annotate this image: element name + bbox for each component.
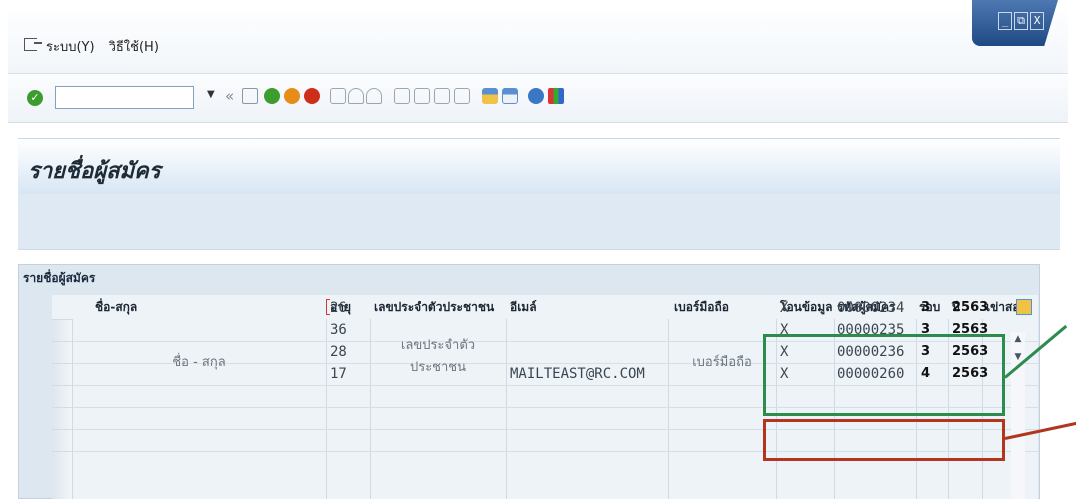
toolbar: ✓ ▼ « [8, 75, 1068, 123]
find-icon[interactable] [348, 88, 364, 104]
customize-layout-icon[interactable] [548, 88, 564, 104]
round-cell[interactable]: 3 [921, 297, 930, 319]
red-highlight-box [763, 419, 1005, 461]
row-selector[interactable] [52, 363, 72, 385]
grid-line [326, 319, 327, 499]
grid-line [506, 319, 507, 499]
col-email-header[interactable]: อีเมล์ [510, 295, 537, 319]
row-selector[interactable] [52, 407, 72, 429]
col-name-header[interactable]: ชื่อ-สกุล [95, 295, 137, 319]
print-icon[interactable] [330, 88, 346, 104]
exit-icon[interactable] [284, 88, 300, 104]
age-cell[interactable]: 26 [330, 297, 347, 319]
cursor-marker [326, 299, 330, 315]
shortcut-icon[interactable] [502, 88, 518, 104]
cancel-icon[interactable] [304, 88, 320, 104]
application-toolbar-area [18, 194, 1060, 250]
page-title: รายชื่อผู้สมัคร [28, 159, 161, 184]
ok-icon[interactable]: ✓ [27, 90, 43, 106]
prev-page-icon[interactable] [414, 88, 430, 104]
help-icon[interactable] [528, 88, 544, 104]
menu-bar: ระบบ(Y) วิธีใช้(H) [8, 10, 1068, 74]
window-controls: _ ⧉ X [972, 0, 1058, 46]
row-selector[interactable] [52, 451, 72, 499]
new-session-icon[interactable] [482, 88, 498, 104]
age-cell[interactable]: 17 [330, 363, 347, 385]
menu-exit-icon[interactable] [24, 38, 42, 51]
vertical-scrollbar[interactable]: ▲ ▼ [1011, 332, 1025, 499]
applicant-id-cell[interactable]: 00000234 [837, 297, 904, 319]
menu-help[interactable]: วิธีใช้(H) [109, 36, 159, 57]
merged-idcard-line2[interactable]: ประชาชน [370, 357, 506, 379]
merged-mobile-cell[interactable]: เบอร์มือถือ [668, 341, 776, 385]
find-next-icon[interactable] [366, 88, 382, 104]
minimize-button[interactable]: _ [998, 12, 1012, 30]
col-mobile-header[interactable]: เบอร์มือถือ [674, 295, 729, 319]
first-page-icon[interactable] [394, 88, 410, 104]
close-button[interactable]: X [1030, 12, 1044, 30]
layout-settings-icon[interactable] [1016, 299, 1032, 315]
year-cell[interactable]: 2563 [952, 297, 988, 319]
menu-items: ระบบ(Y) วิธีใช้(H) [46, 36, 159, 57]
col-exam-header[interactable]: เข่าสอ [986, 295, 1020, 319]
row-selector[interactable] [52, 341, 72, 363]
col-idcard-header[interactable]: เลขประจำตัวประชาชน [374, 295, 494, 319]
last-page-icon[interactable] [454, 88, 470, 104]
back-icon[interactable] [264, 88, 280, 104]
command-dropdown-icon[interactable]: ▼ [207, 89, 215, 100]
next-page-icon[interactable] [434, 88, 450, 104]
row-selector[interactable] [52, 429, 72, 451]
menu-system[interactable]: ระบบ(Y) [46, 36, 95, 57]
age-cell[interactable]: 36 [330, 319, 347, 341]
scroll-up-icon[interactable]: ▲ [1011, 332, 1025, 346]
collapse-toolbar-icon[interactable]: « [225, 87, 234, 105]
restore-button[interactable]: ⧉ [1014, 12, 1028, 30]
row-selector[interactable] [52, 385, 72, 407]
command-field[interactable] [55, 86, 194, 109]
age-cell[interactable]: 28 [330, 341, 347, 363]
title-band: รายชื่อผู้สมัคร [18, 138, 1060, 194]
grid-title: รายชื่อผู้สมัคร [23, 271, 96, 285]
email-cell[interactable]: MAILTEAST@RC.COM [510, 363, 645, 385]
transfer-cell[interactable]: X [780, 297, 788, 319]
merged-idcard-line1[interactable]: เลขประจำตัว [370, 335, 506, 357]
merged-name-cell[interactable]: ชื่อ - สกุล [72, 341, 326, 385]
green-highlight-box [763, 334, 1005, 416]
row-selector[interactable] [52, 319, 72, 341]
save-icon[interactable] [242, 88, 258, 104]
